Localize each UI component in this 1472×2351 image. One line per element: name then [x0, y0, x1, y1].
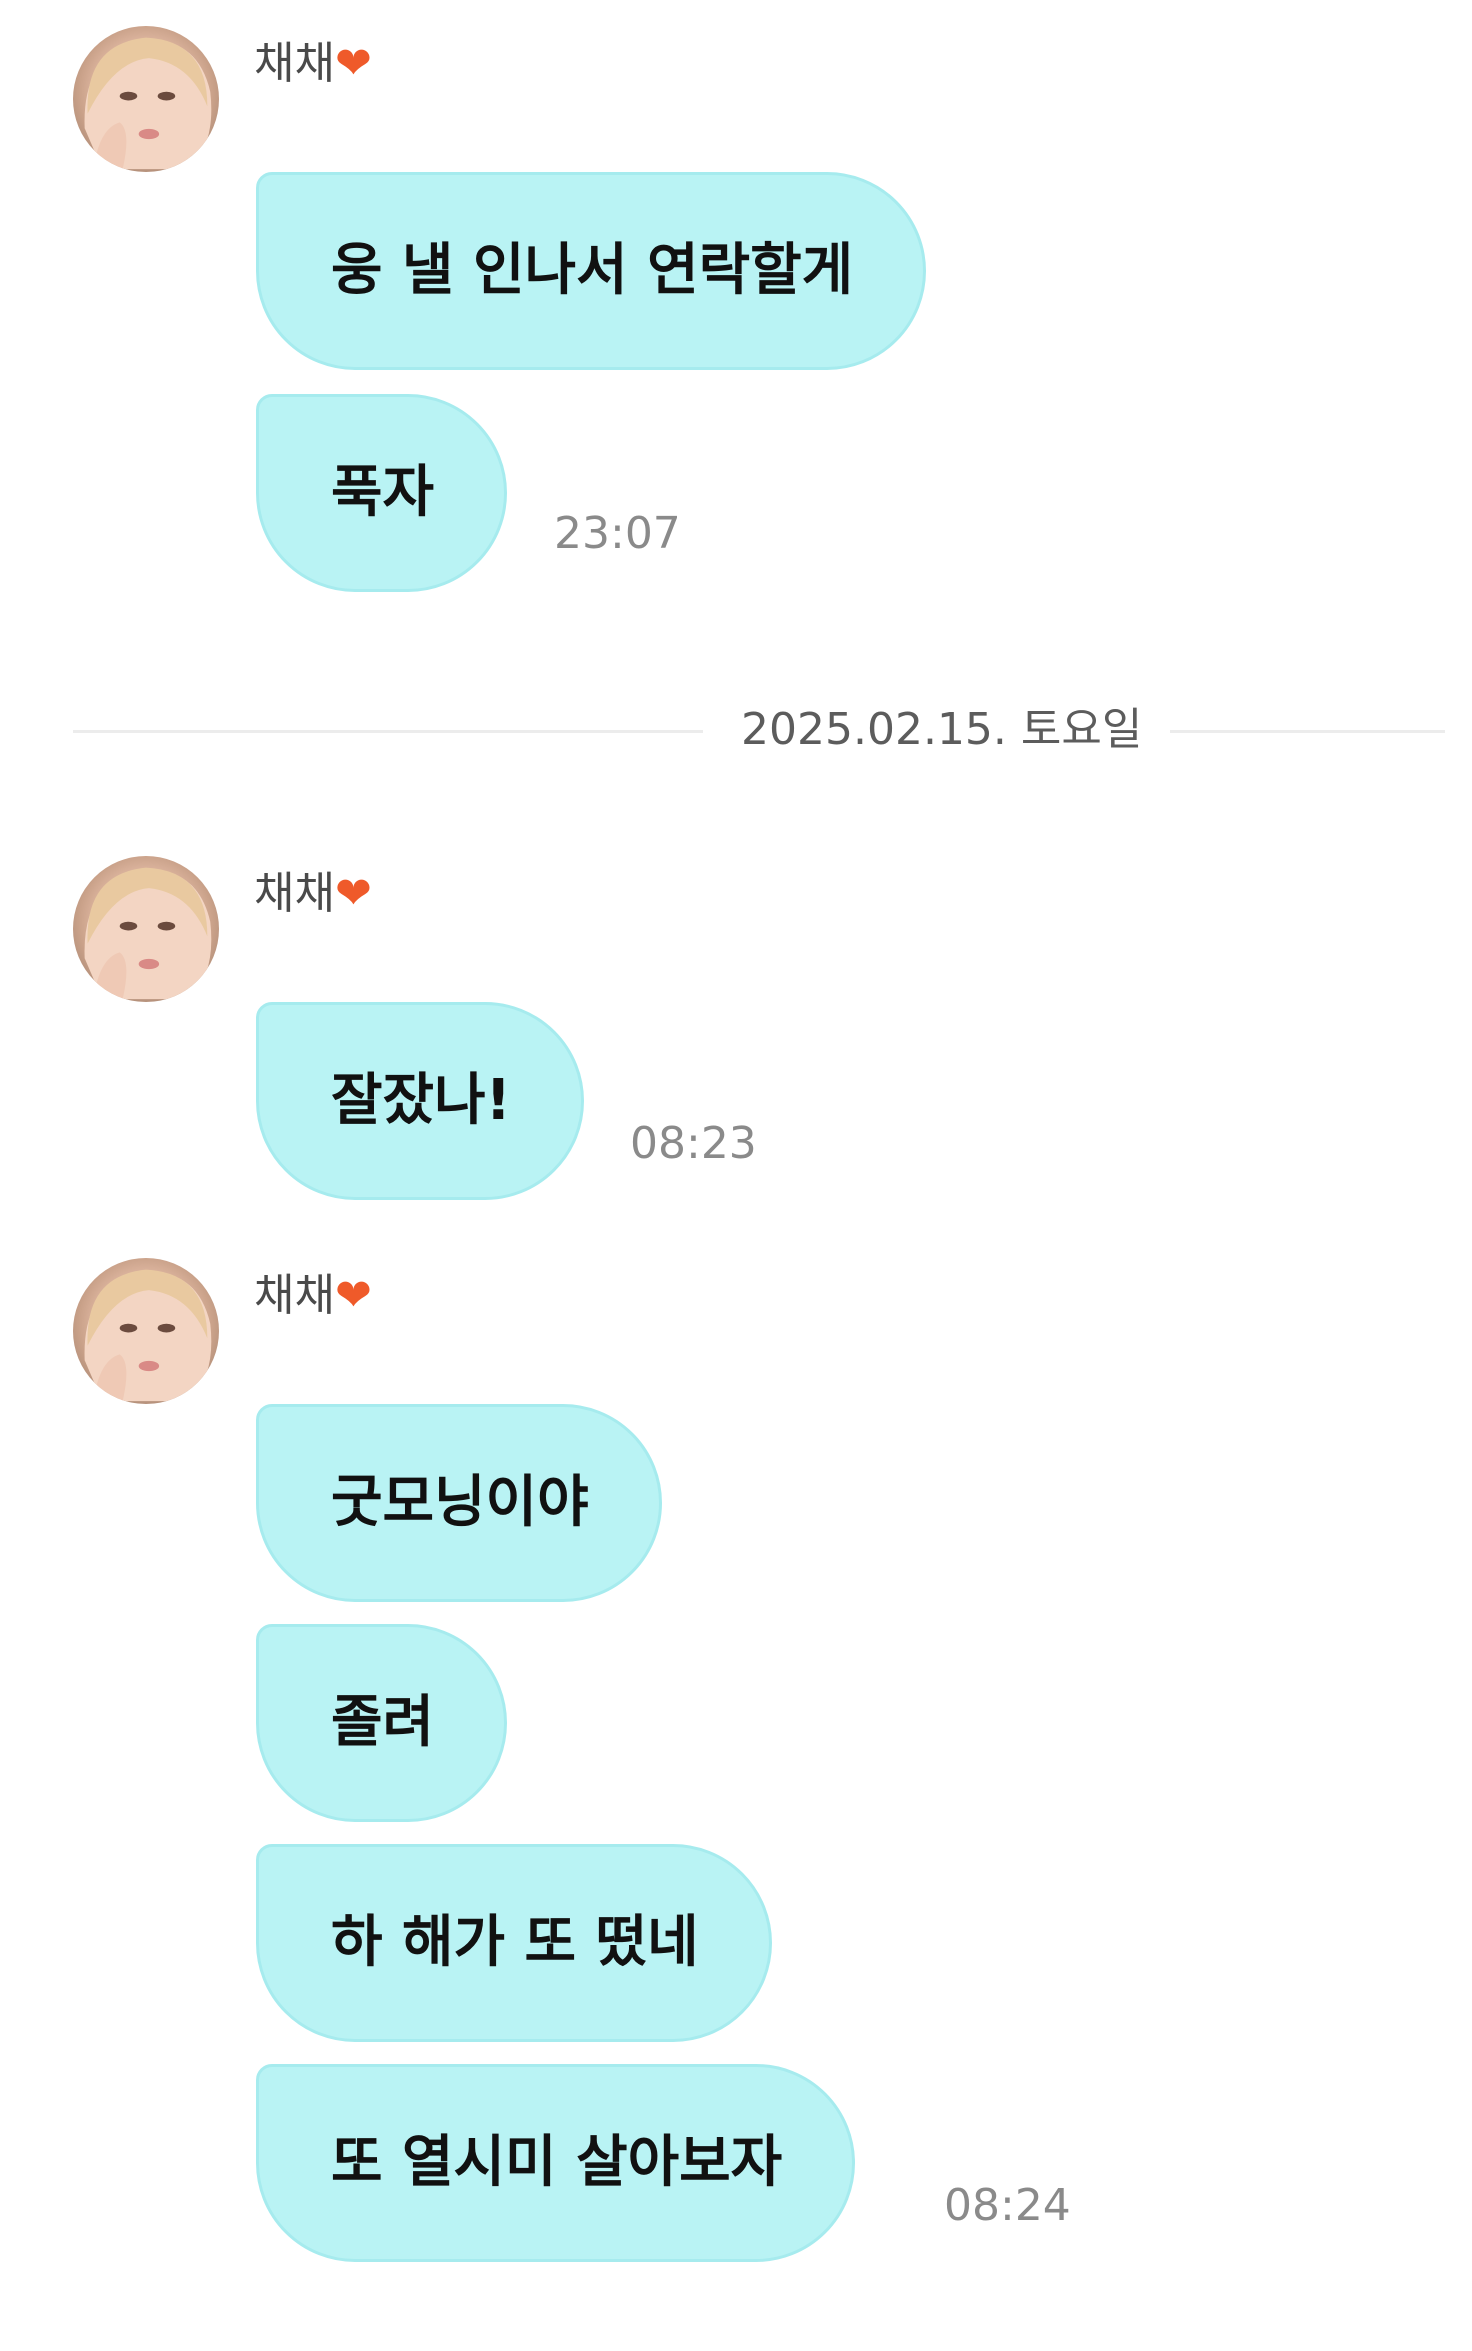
sender-avatar[interactable] [73, 1258, 219, 1404]
sender-name-text: 채채 [254, 38, 335, 89]
sender-name-text: 채채 [254, 868, 335, 919]
message-timestamp: 08:23 [630, 1118, 757, 1169]
divider-line-left [73, 730, 703, 733]
message-bubble[interactable]: 잘잤나! [256, 1002, 585, 1200]
sender-avatar[interactable] [73, 26, 219, 172]
message-text: 졸려 [331, 1690, 435, 1755]
message-bubble[interactable]: 웅 낼 인나서 연락할게 [256, 172, 927, 370]
heart-icon: ❤ [334, 38, 372, 89]
date-label: 2025.02.15. 토요일 [741, 704, 1143, 755]
sender-name: 채채❤ [254, 1266, 372, 1326]
avatar-photo [84, 1269, 212, 1402]
divider-line-right [1170, 730, 1445, 733]
message-bubble[interactable]: 하 해가 또 떴네 [256, 1844, 772, 2042]
message-timestamp: 08:24 [944, 2180, 1071, 2231]
message-text: 하 해가 또 떴네 [331, 1910, 699, 1975]
date-divider: 2025.02.15. 토요일 [73, 700, 1445, 760]
message-bubble[interactable]: 굿모닝이야 [256, 1404, 662, 1602]
message-text: 웅 낼 인나서 연락할게 [331, 238, 854, 303]
message-text: 잘잤나! [331, 1068, 512, 1133]
message-text: 굿모닝이야 [331, 1470, 589, 1535]
message-bubble[interactable]: 푹자 [256, 394, 508, 592]
message-text: 또 열시미 살아보자 [331, 2130, 783, 2195]
heart-icon: ❤ [334, 868, 372, 919]
message-bubble[interactable]: 또 열시미 살아보자 [256, 2064, 856, 2262]
sender-avatar[interactable] [73, 856, 219, 1002]
sender-name-text: 채채 [254, 1270, 335, 1321]
avatar-photo [84, 867, 212, 1000]
message-text: 푹자 [331, 460, 435, 525]
heart-icon: ❤ [334, 1270, 372, 1321]
avatar-photo [84, 37, 212, 170]
sender-name: 채채❤ [254, 34, 372, 94]
message-timestamp: 23:07 [554, 508, 681, 559]
sender-name: 채채❤ [254, 864, 372, 924]
message-bubble[interactable]: 졸려 [256, 1624, 508, 1822]
